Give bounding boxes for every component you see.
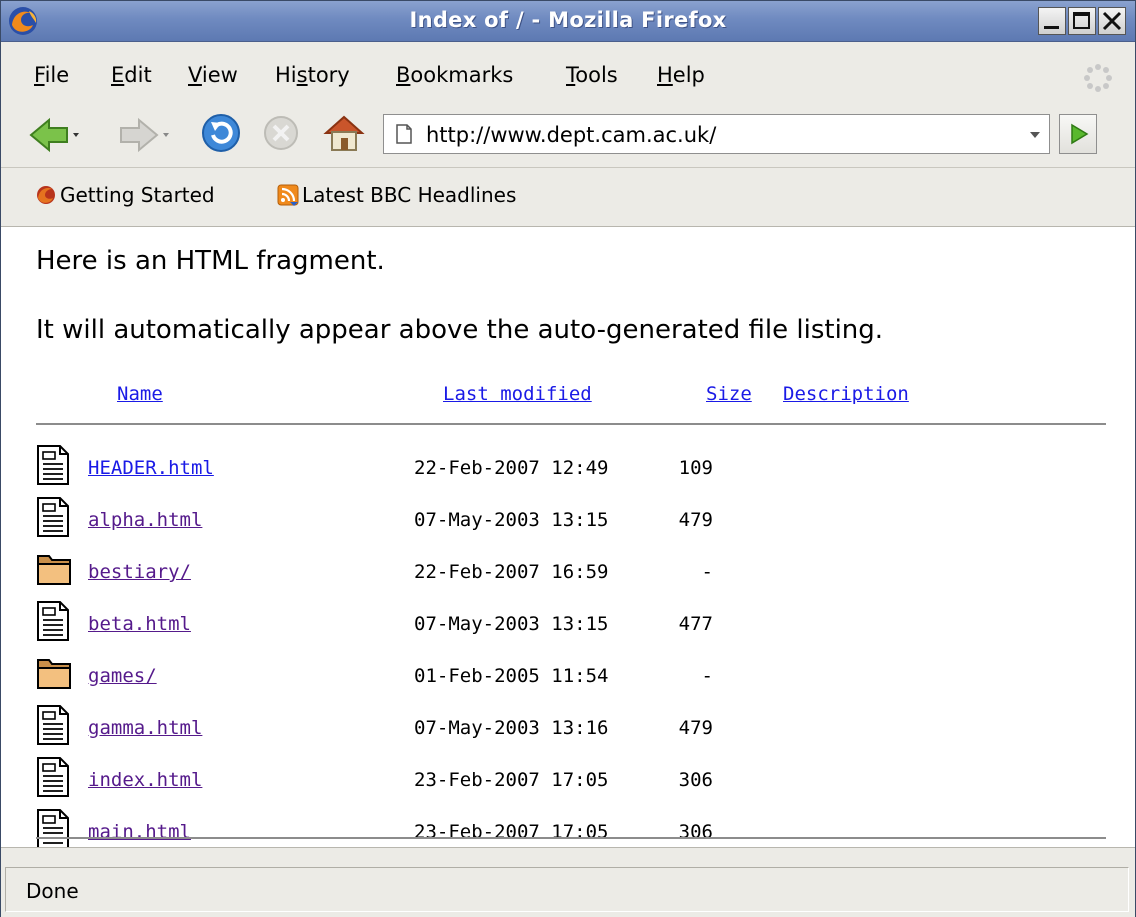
column-header-name[interactable]: Name (117, 383, 163, 405)
file-size: 109 (678, 457, 713, 479)
chevron-down-icon (1030, 132, 1040, 138)
file-name-link[interactable]: beta.html (88, 613, 191, 635)
file-name-link[interactable]: index.html (88, 769, 202, 791)
navigation-toolbar: http://www.dept.cam.ac.uk/ (1, 107, 1135, 168)
activity-throbber-icon (1084, 64, 1112, 92)
text-file-icon (36, 704, 70, 750)
file-row: index.html 23-Feb-2007 17:05 306 (1, 757, 1135, 813)
column-header-description[interactable]: Description (783, 383, 909, 405)
file-last-modified: 07-May-2003 13:15 (414, 613, 609, 635)
menu-view[interactable]: View (188, 63, 238, 87)
menu-bookmarks[interactable]: Bookmarks (396, 63, 513, 87)
file-last-modified: 07-May-2003 13:16 (414, 717, 609, 739)
rss-feed-icon (277, 184, 299, 206)
file-last-modified: 22-Feb-2007 12:49 (414, 457, 609, 479)
maximize-icon (1073, 12, 1090, 29)
file-name-link[interactable]: gamma.html (88, 717, 202, 739)
column-header-last-modified[interactable]: Last modified (443, 383, 592, 405)
status-text: Done (26, 879, 79, 903)
file-last-modified: 01-Feb-2005 11:54 (414, 665, 609, 687)
text-file-icon (36, 444, 70, 490)
bookmark-label: Getting Started (60, 183, 215, 207)
menu-file[interactable]: File (34, 63, 69, 87)
file-last-modified: 23-Feb-2007 17:05 (414, 769, 609, 791)
bookmark-label: Latest BBC Headlines (302, 183, 517, 207)
column-header-size[interactable]: Size (706, 383, 752, 405)
firefox-icon (37, 186, 55, 204)
url-history-dropdown[interactable] (1022, 114, 1050, 154)
file-name-link[interactable]: HEADER.html (88, 457, 214, 479)
bookmark-bbc-headlines[interactable]: Latest BBC Headlines (277, 183, 516, 207)
file-size: - (701, 561, 713, 583)
footer-divider (36, 837, 1106, 839)
page-content: Here is an HTML fragment. It will automa… (1, 227, 1135, 849)
file-size: 479 (678, 717, 713, 739)
file-name-link[interactable]: bestiary/ (88, 561, 191, 583)
stop-icon[interactable] (263, 115, 299, 151)
file-row: HEADER.html 22-Feb-2007 12:49 109 (1, 445, 1135, 501)
file-size: 479 (678, 509, 713, 531)
html-fragment-line-1: Here is an HTML fragment. (36, 246, 385, 276)
menu-edit[interactable]: Edit (111, 63, 152, 87)
title-bar[interactable]: Index of / - Mozilla Firefox (1, 1, 1135, 42)
url-text: http://www.dept.cam.ac.uk/ (426, 123, 717, 147)
bookmarks-toolbar: Getting Started Latest BBC Headlines (1, 168, 1135, 227)
file-size: 477 (678, 613, 713, 635)
file-name-link[interactable]: games/ (88, 665, 157, 687)
file-name-link[interactable]: main.html (88, 821, 191, 843)
file-name-link[interactable]: alpha.html (88, 509, 202, 531)
status-bar: Done (1, 847, 1135, 917)
file-row: alpha.html 07-May-2003 13:15 479 (1, 497, 1135, 553)
back-arrow-icon[interactable] (29, 117, 79, 153)
text-file-icon (36, 496, 70, 542)
close-icon (1102, 11, 1122, 31)
file-last-modified: 22-Feb-2007 16:59 (414, 561, 609, 583)
file-row: bestiary/22-Feb-2007 16:59 - (1, 553, 1135, 605)
file-size: 306 (678, 821, 713, 843)
menu-tools[interactable]: Tools (566, 63, 618, 87)
file-row: beta.html 07-May-2003 13:15 477 (1, 601, 1135, 657)
window-title: Index of / - Mozilla Firefox (409, 8, 727, 32)
folder-icon (36, 548, 72, 592)
html-fragment-line-2: It will automatically appear above the a… (36, 315, 884, 345)
minimize-icon (1044, 26, 1059, 29)
url-bar[interactable]: http://www.dept.cam.ac.uk/ (383, 114, 1023, 154)
browser-window: Index of / - Mozilla Firefox File Edit V… (0, 0, 1136, 917)
text-file-icon (36, 600, 70, 646)
menu-bar: File Edit View History Bookmarks Tools H… (1, 42, 1135, 106)
go-button[interactable] (1059, 114, 1097, 154)
file-row: games/01-Feb-2005 11:54 - (1, 657, 1135, 709)
file-last-modified: 07-May-2003 13:15 (414, 509, 609, 531)
header-divider (36, 423, 1106, 425)
status-panel: Done (5, 867, 1129, 912)
page-icon (396, 124, 412, 144)
file-size: - (701, 665, 713, 687)
bookmark-getting-started[interactable]: Getting Started (35, 183, 215, 207)
maximize-button[interactable] (1068, 7, 1096, 35)
minimize-button[interactable] (1038, 7, 1066, 35)
text-file-icon (36, 756, 70, 802)
forward-arrow-icon[interactable] (119, 117, 169, 153)
menu-help[interactable]: Help (657, 63, 705, 87)
file-row: gamma.html 07-May-2003 13:16 479 (1, 705, 1135, 761)
reload-icon[interactable] (201, 113, 241, 153)
close-button[interactable] (1098, 7, 1126, 35)
go-arrow-icon (1071, 123, 1089, 145)
home-icon[interactable] (323, 113, 365, 153)
menu-history[interactable]: History (275, 63, 350, 87)
file-size: 306 (678, 769, 713, 791)
file-last-modified: 23-Feb-2007 17:05 (414, 821, 609, 843)
folder-icon (36, 652, 72, 696)
